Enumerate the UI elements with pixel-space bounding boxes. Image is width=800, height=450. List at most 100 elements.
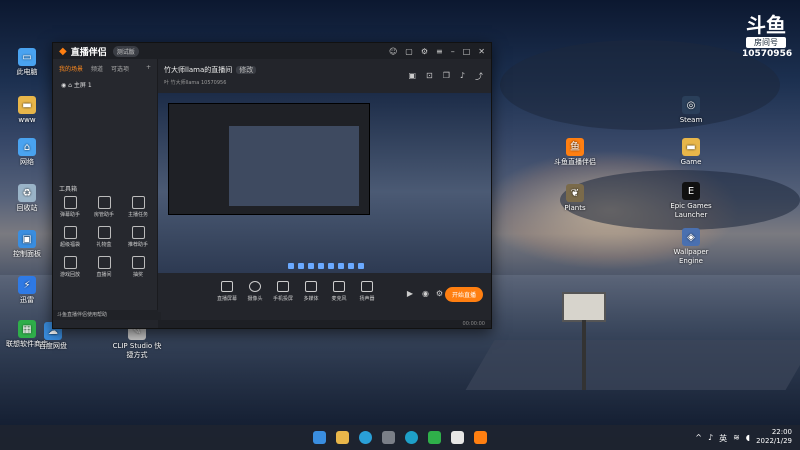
browser-icon[interactable] (405, 431, 418, 444)
plant-icon: ❦ (566, 184, 584, 202)
copy-icon[interactable]: ❐ (443, 71, 450, 82)
video-icon[interactable]: ▶ (407, 289, 413, 298)
pier (465, 340, 800, 390)
desktop-icon-this-pc[interactable]: ▭ 此电脑 (0, 48, 54, 77)
desktop-icon-steam[interactable]: ◎ Steam (664, 96, 718, 125)
wechat-icon[interactable] (428, 431, 441, 444)
tab-channel[interactable]: 频道 (91, 64, 103, 73)
clock-time: 22:00 (771, 428, 792, 436)
tool-lucky-bag[interactable]: 超级福袋 (53, 226, 87, 248)
scene-item[interactable]: ◉ ⌂ 主屏 1 (53, 78, 157, 91)
minimize-icon[interactable]: – (451, 47, 455, 56)
room-number: 10570956 (742, 49, 793, 59)
maximize-icon[interactable]: □ (463, 47, 471, 56)
close-icon[interactable]: ✕ (478, 47, 485, 56)
app-icon[interactable] (451, 431, 464, 444)
camera-button[interactable]: 摄像头 (242, 281, 268, 302)
menu-icon[interactable]: ≡ (436, 47, 443, 56)
start-live-button[interactable]: 开始直播 (444, 287, 483, 302)
tool-room[interactable]: 直播间 (87, 256, 121, 278)
cloud (500, 40, 780, 130)
tab-options[interactable]: 可选项 (111, 64, 129, 73)
tool-room-manager[interactable]: 房管助手 (87, 196, 121, 218)
app-title: 直播伴侣 (70, 47, 107, 58)
recycle-bin-icon: ♻ (18, 184, 36, 202)
douyu-icon: 鱼 (566, 138, 584, 156)
room-label: 房间号 (746, 37, 786, 48)
settings-app-icon[interactable] (382, 431, 395, 444)
folder-icon: ▬ (18, 96, 36, 114)
edit-room-button[interactable]: 修改 (236, 66, 257, 74)
tool-gift-box[interactable]: 礼物盒 (87, 226, 121, 248)
clock-date: 2022/1/29 (756, 437, 792, 445)
wallpaper-engine-icon: ◈ (682, 228, 700, 246)
desktop-icon-game[interactable]: ▬ Game (664, 138, 718, 167)
douyu-companion-window: ◆ 直播伴侣 测试版 ☺ ▢ ⚙ ≡ – □ ✕ 我的场景 频道 可选项 + ◉… (52, 42, 492, 329)
taskbar: ^ ♪ 英 ≋ ◖ 22:00 2022/1/29 (0, 425, 800, 450)
tool-recommend[interactable]: 推荐助手 (121, 226, 155, 248)
desktop-icon-epic[interactable]: E Epic Games Launcher (664, 182, 718, 220)
desktop-icon-recycle-bin[interactable]: ♻ 回收站 (0, 184, 54, 213)
start-icon[interactable] (313, 431, 326, 444)
settings-icon[interactable]: ⚙ (421, 47, 428, 56)
folder-icon: ▬ (682, 138, 700, 156)
help-notice[interactable]: 斗鱼直播伴侣使用帮助 (53, 310, 161, 320)
preview-taskbar (288, 263, 364, 269)
share-icon[interactable]: ⤴ (475, 71, 483, 82)
microphone-button[interactable]: 麦克风 (326, 281, 352, 302)
add-scene-icon[interactable]: + (146, 64, 151, 73)
settings-icon[interactable]: ⚙ (436, 289, 443, 298)
tool-lottery[interactable]: 抽奖 (121, 256, 155, 278)
toolbox-header: 工具箱 (59, 186, 78, 193)
lock-icon[interactable]: ⌂ (68, 82, 72, 89)
douyu-taskbar-icon[interactable] (474, 431, 487, 444)
desktop-icon-network[interactable]: ⌂ 网络 (0, 138, 54, 167)
title-bar[interactable]: ◆ 直播伴侣 测试版 ☺ ▢ ⚙ ≡ – □ ✕ (53, 43, 491, 59)
eye-icon[interactable]: ◉ (61, 82, 66, 89)
chevron-up-icon[interactable]: ^ (695, 433, 702, 444)
toolbox-grid: 弹幕助手 房管助手 主播任务 超级福袋 礼物盒 推荐助手 游戏回放 直播间 抽奖 (53, 196, 157, 278)
room-title: 竹大师llama的直播间 (164, 66, 233, 74)
record-icon[interactable]: ⊡ (426, 71, 433, 82)
tool-replay[interactable]: 游戏回放 (53, 256, 87, 278)
bell-icon[interactable]: ♪ (460, 71, 465, 82)
volume-tray-icon[interactable]: ♪ (708, 433, 713, 444)
desktop-icon-plants[interactable]: ❦ Plants (548, 184, 602, 213)
wifi-icon[interactable]: ≋ (733, 433, 740, 444)
desktop-icon-wallpaper-engine[interactable]: ◈ Wallpaper Engine (664, 228, 718, 266)
speaker-icon[interactable]: ◖ (746, 433, 750, 444)
tool-danmaku[interactable]: 弹幕助手 (53, 196, 87, 218)
app-logo-icon: ◆ (59, 45, 67, 57)
screen-capture-button[interactable]: 直播屏幕 (214, 281, 240, 302)
lang-indicator[interactable]: 英 (719, 433, 727, 444)
desktop-icon-control-panel[interactable]: ▣ 控制面板 (0, 230, 54, 259)
desktop-icon-thunder[interactable]: ⚡ 迅雷 (0, 276, 54, 305)
message-icon[interactable]: ▢ (405, 47, 413, 56)
explorer-icon[interactable] (336, 431, 349, 444)
room-header: 竹大师llama的直播间 修改 叶 竹大师llama 10570956 ▣ ⊡ ❐… (158, 59, 491, 93)
pier-sign (562, 292, 606, 390)
monitor-icon: ▭ (18, 48, 36, 66)
speaker-button[interactable]: 扬声器 (354, 281, 380, 302)
tool-streamer-task[interactable]: 主播任务 (121, 196, 155, 218)
control-bar: 直播屏幕 摄像头 手机投屏 多媒体 麦克风 扬声器 ▶ ◉ ⚙ 开始直播 (158, 273, 491, 312)
epic-icon: E (682, 182, 700, 200)
desktop-icon-www[interactable]: ▬ www (0, 96, 54, 125)
clock[interactable]: 22:00 2022/1/29 (756, 428, 792, 446)
edge-icon[interactable] (359, 431, 372, 444)
multimedia-button[interactable]: 多媒体 (298, 281, 324, 302)
steam-icon: ◎ (682, 96, 700, 114)
screen-icon[interactable]: ▣ (408, 71, 416, 82)
eye-icon[interactable]: ◉ (422, 289, 429, 298)
version-badge: 测试版 (112, 45, 139, 57)
nested-window-preview (168, 103, 370, 215)
scene-panel: 我的场景 频道 可选项 + ◉ ⌂ 主屏 1 工具箱 弹幕助手 房管助手 主播任… (53, 59, 161, 320)
user-avatar-icon[interactable]: ☺ (389, 47, 397, 56)
phone-cast-button[interactable]: 手机投屏 (270, 281, 296, 302)
room-subtitle: 叶 竹大师llama 10570956 (164, 80, 227, 86)
stream-preview[interactable] (158, 93, 491, 273)
desktop-icon-douyu-companion[interactable]: 鱼斗鱼直播伴侣 (548, 138, 602, 167)
douyu-logo-icon: 斗鱼 (746, 13, 786, 37)
tab-my-scenes[interactable]: 我的场景 (59, 64, 83, 73)
thunder-icon: ⚡ (18, 276, 36, 294)
